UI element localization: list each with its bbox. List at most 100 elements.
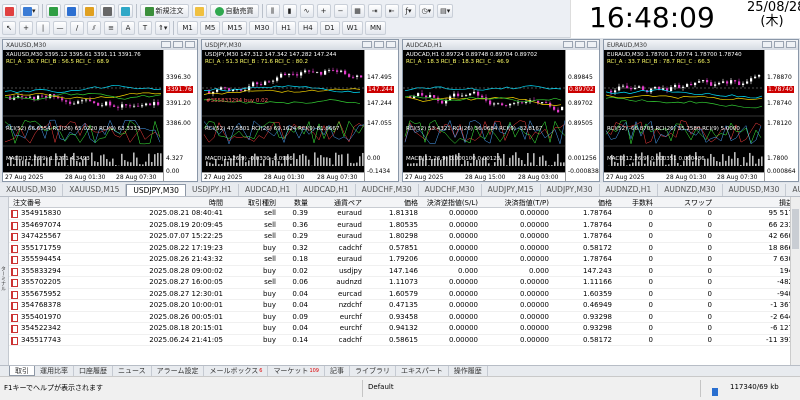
table-row[interactable]: 355675952 2025.08.27 12:30:01 buy 0.04 eurca…	[9, 289, 790, 300]
terminal-icon[interactable]	[99, 4, 115, 18]
chart-tab-usdjpyh1[interactable]: USDJPY,H1	[186, 183, 239, 196]
text-icon[interactable]: A	[121, 21, 135, 35]
maximize-icon[interactable]	[374, 41, 384, 48]
timeframe-m1-button[interactable]: M1	[177, 21, 198, 35]
minimize-icon[interactable]	[563, 41, 573, 48]
table-row[interactable]: 345517743 2025.06.24 21:41:05 buy 0.14 cadch…	[9, 335, 790, 346]
column-header[interactable]: 決済指値(T/P)	[505, 198, 549, 208]
scrollbar-thumb[interactable]	[792, 209, 799, 249]
chart-titlebar[interactable]: XAUUSD,M30	[3, 40, 197, 50]
maximize-icon[interactable]	[774, 41, 784, 48]
trendline-icon[interactable]: /	[70, 21, 84, 35]
terminal-tab-4[interactable]: アラーム設定	[152, 366, 205, 376]
terminal-tab-6[interactable]: マーケット 109	[268, 366, 325, 376]
table-row[interactable]: 354768378 2025.08.20 10:00:01 buy 0.04 nzdch…	[9, 300, 790, 312]
bar-chart-icon[interactable]: ⫼	[265, 4, 280, 18]
timeframe-h1-button[interactable]: H1	[276, 21, 297, 35]
timeframe-w1-button[interactable]: W1	[341, 21, 363, 35]
chart-tab-xauusdm30[interactable]: XAUUSD,M30	[0, 183, 64, 196]
price-scale[interactable]: 147.495 147.244 147.055 0.00 -0.1434 147.244	[364, 50, 398, 181]
chart-titlebar[interactable]: USDJPY,M30	[202, 40, 398, 50]
templates-icon[interactable]: ▤▾	[437, 4, 454, 18]
price-scale[interactable]: 3396.30 3391.20 3386.00 4.327 0.00 3391.76	[163, 50, 197, 181]
minimize-icon[interactable]	[762, 41, 772, 48]
chart-tab-usdjpym30[interactable]: USDJPY,M30	[126, 183, 186, 196]
chart-window-usdjpy[interactable]: USDJPY,M30 USDJPY,M30 147.312 147.342 147…	[201, 39, 399, 182]
data-window-icon[interactable]	[63, 4, 79, 18]
terminal-tab-10[interactable]: 操作履歴	[449, 366, 488, 376]
meta-editor-icon[interactable]	[191, 4, 207, 18]
navigator-icon[interactable]	[81, 4, 97, 18]
chart-tab-audusdm30[interactable]: AUDUSD,M30	[723, 183, 787, 196]
auto-trading-button[interactable]: 自動売買	[209, 4, 259, 18]
column-header[interactable]: 決済逆指値(S/L)	[427, 198, 478, 208]
close-icon[interactable]	[786, 41, 796, 48]
vertical-line-icon[interactable]: |	[36, 21, 50, 35]
chart-tab-audusd[interactable]: AUDUSD,	[786, 184, 800, 196]
chart-tab-audchfm30[interactable]: AUDCHF,M30	[419, 183, 482, 196]
table-row[interactable]: 355702205 2025.08.27 16:00:05 sell 0.06 audn…	[9, 277, 790, 289]
terminal-tab-9[interactable]: エキスパート	[396, 366, 449, 376]
column-header[interactable]: 手数料	[632, 198, 653, 208]
table-row[interactable]: 355833294 2025.08.28 09:00:02 buy 0.02 usdjp…	[9, 266, 790, 277]
table-row[interactable]: 347425567 2025.07.07 15:22:25 sell 0.29 eura…	[9, 231, 790, 243]
minimize-icon[interactable]	[161, 41, 171, 48]
table-row[interactable]: 354697074 2025.08.19 20:09:45 sell 0.36 eura…	[9, 220, 790, 231]
cursor-icon[interactable]: ↖	[2, 21, 16, 35]
tile-windows-icon[interactable]: ▦	[350, 4, 365, 18]
chart-shift-icon[interactable]: ⇤	[384, 4, 399, 18]
table-row[interactable]: 355401970 2025.08.26 00:05:01 buy 0.09 eurch…	[9, 312, 790, 323]
arrows-icon[interactable]: ⇑▾	[155, 21, 171, 35]
column-header[interactable]: 価格	[404, 198, 418, 208]
terminal-tab-3[interactable]: ニュース	[113, 366, 152, 376]
minimize-icon[interactable]	[362, 41, 372, 48]
zoom-out-icon[interactable]: −	[333, 4, 348, 18]
new-order-button[interactable]: 新規注文	[139, 4, 189, 18]
timeframe-m30-button[interactable]: M30	[249, 21, 275, 35]
profiles-icon[interactable]: ▾	[20, 4, 39, 18]
chart-tab-audchfm30[interactable]: AUDCHF,M30	[356, 183, 419, 196]
table-row[interactable]: 355594454 2025.08.26 21:43:32 sell 0.18 eura…	[9, 254, 790, 266]
timeframe-m5-button[interactable]: M5	[199, 21, 221, 35]
chart-window-euraud[interactable]: EURAUD,M30 EURAUD,M30 1.78700 1.78774 1.7…	[603, 39, 799, 182]
column-header[interactable]: 時間	[209, 198, 223, 208]
chart-tab-audjpym30[interactable]: AUDJPY,M30	[541, 183, 600, 196]
column-header[interactable]: 取引種別	[248, 198, 276, 208]
table-row[interactable]: 354522342 2025.08.18 20:15:01 buy 0.04 eurch…	[9, 323, 790, 335]
chart-titlebar[interactable]: EURAUD,M30	[604, 40, 798, 50]
price-scale[interactable]: 1.78870 1.78740 1.78120 1.7800 0.000864 1.787…	[764, 50, 798, 181]
column-header[interactable]: 損益	[779, 198, 790, 208]
time-scale[interactable]: 27 Aug 2025 28 Aug 01:30 28 Aug 07:30	[604, 172, 764, 181]
terminal-tab-5[interactable]: メールボックス 6	[204, 366, 269, 376]
label-icon[interactable]: T	[138, 21, 152, 35]
close-icon[interactable]	[587, 41, 597, 48]
chart-window-xauusd[interactable]: XAUUSD,M30 XAUUSD,M30 3395.12 3395.61 339…	[2, 39, 198, 182]
terminal-tab-8[interactable]: ライブラリ	[350, 366, 396, 376]
column-header[interactable]: スワップ	[684, 198, 712, 208]
terminal-tab-1[interactable]: 運用比率	[35, 366, 74, 376]
timeframe-m15-button[interactable]: M15	[222, 21, 248, 35]
close-icon[interactable]	[185, 41, 195, 48]
chart-tab-audcadh1[interactable]: AUDCAD,H1	[297, 183, 356, 196]
indicators-icon[interactable]: ƒ▾	[401, 4, 416, 18]
timeframe-mn-button[interactable]: MN	[364, 21, 387, 35]
table-row[interactable]: 355171759 2025.08.22 17:19:23 buy 0.32 cadch…	[9, 243, 790, 254]
new-chart-icon[interactable]	[2, 4, 17, 18]
time-scale[interactable]: 27 Aug 2025 28 Aug 15:00 28 Aug 03:00	[403, 172, 565, 181]
periods-icon[interactable]: ◷▾	[418, 4, 435, 18]
maximize-icon[interactable]	[173, 41, 183, 48]
chart-tab-audnzdm30[interactable]: AUDNZD,M30	[658, 183, 723, 196]
crosshair-icon[interactable]: +	[19, 21, 33, 35]
candle-chart-icon[interactable]: ▮	[282, 4, 297, 18]
terminal-tab-7[interactable]: 記事	[325, 366, 350, 376]
column-header[interactable]: 数量	[294, 198, 308, 208]
horizontal-line-icon[interactable]: —	[53, 21, 67, 35]
timeframe-d1-button[interactable]: D1	[319, 21, 340, 35]
tester-icon[interactable]	[117, 4, 133, 18]
terminal-tab-2[interactable]: 口座履歴	[74, 366, 113, 376]
fibonacci-icon[interactable]: ≡	[104, 21, 118, 35]
column-header[interactable]: 通貨ペア	[334, 198, 362, 208]
zoom-in-icon[interactable]: +	[316, 4, 331, 18]
terminal-tab-0[interactable]: 取引	[9, 366, 35, 376]
time-scale[interactable]: 27 Aug 2025 28 Aug 01:30 28 Aug 07:30	[202, 172, 364, 181]
